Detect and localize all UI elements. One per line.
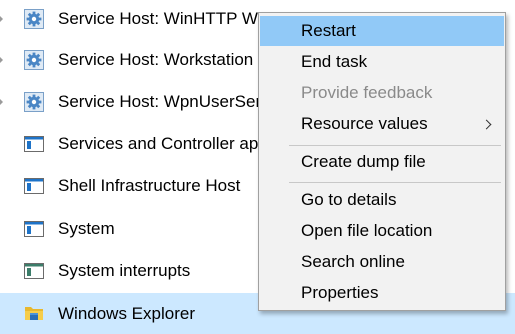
menu-item-label: Search online [301, 252, 405, 271]
menu-item-create-dump-file[interactable]: Create dump file [260, 147, 504, 177]
menu-item-label: Resource values [301, 114, 428, 133]
menu-item-label: Provide feedback [301, 83, 433, 102]
process-name: Shell Infrastructure Host [58, 176, 241, 195]
menu-item-provide-feedback: Provide feedback [260, 78, 504, 108]
menu-item-open-file-location[interactable]: Open file location [260, 216, 504, 246]
folder-icon [25, 307, 43, 320]
process-name: Service Host: WpnUserService [58, 92, 292, 111]
menu-item-label: Go to details [301, 190, 397, 209]
menu-item-go-to-details[interactable]: Go to details [260, 185, 504, 215]
menu-item-restart[interactable]: Restart [260, 16, 504, 46]
menu-item-label: Open file location [301, 221, 433, 240]
expand-arrow-icon[interactable] [0, 97, 3, 107]
menu-item-label: Create dump file [301, 152, 426, 171]
process-name: Windows Explorer [58, 304, 195, 323]
menu-item-label: Properties [301, 283, 379, 302]
gear-icon [24, 92, 44, 112]
expand-arrow-icon[interactable] [0, 14, 3, 24]
menu-separator [289, 182, 501, 183]
system-window-icon [24, 263, 44, 279]
menu-item-label: Restart [301, 21, 356, 40]
context-menu: Restart End task Provide feedback Resour… [258, 12, 506, 311]
menu-item-end-task[interactable]: End task [260, 47, 504, 77]
menu-item-properties[interactable]: Properties [260, 278, 504, 308]
gear-icon [24, 9, 44, 29]
app-window-icon [24, 136, 44, 152]
menu-item-label: End task [301, 52, 368, 71]
app-window-icon [24, 221, 44, 237]
chevron-right-icon [481, 119, 492, 130]
expand-arrow-icon[interactable] [0, 55, 3, 65]
app-window-icon [24, 178, 44, 194]
process-name: Service Host: Workstation [58, 50, 254, 69]
gear-icon [24, 50, 44, 70]
process-name: Services and Controller app [58, 134, 268, 153]
process-name: System interrupts [58, 261, 191, 280]
menu-item-search-online[interactable]: Search online [260, 247, 504, 277]
menu-separator [289, 145, 501, 146]
process-name: System [58, 219, 115, 238]
menu-item-resource-values[interactable]: Resource values [260, 109, 504, 139]
